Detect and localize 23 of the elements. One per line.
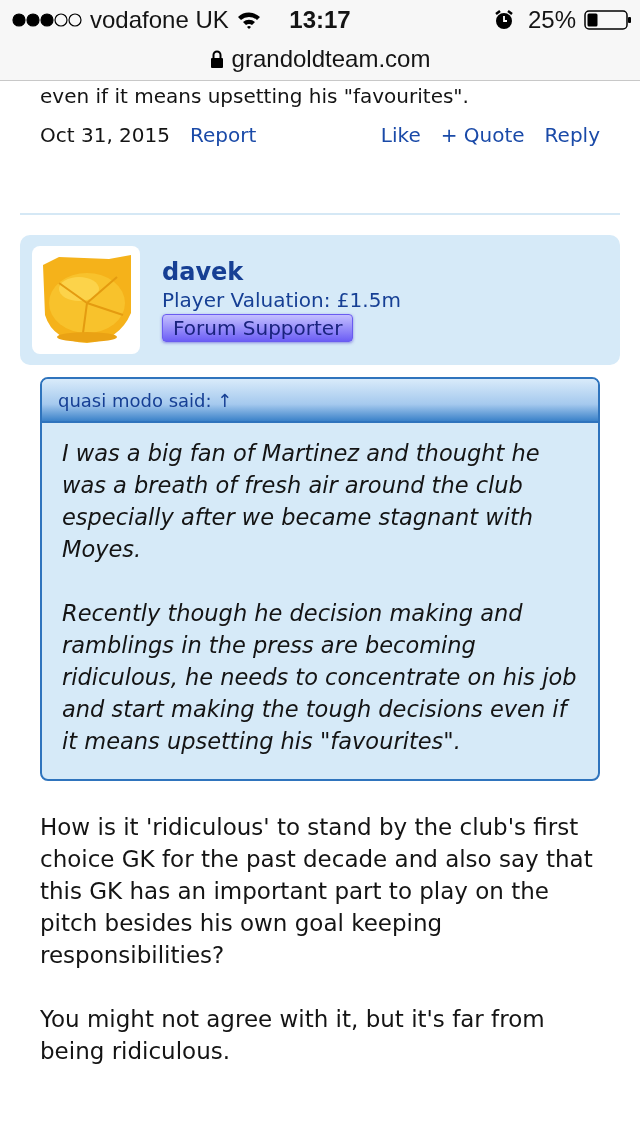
quote-paragraph: Recently though he decision making and ramblings in the press are becoming ridiculous, he needs to concentrate on his job and start making the tough decisions even if it means upsetting his "favourites".	[62, 599, 578, 756]
battery-icon	[584, 10, 632, 30]
post-paragraph: You might not agree with it, but it's far from being ridiculous.	[40, 1005, 546, 1066]
post-text: even if it means upsetting his "favourites".	[40, 83, 470, 109]
battery-percentage: 25%	[527, 6, 576, 34]
alarm-clock-icon	[493, 10, 514, 30]
clock-time: 13:17	[289, 6, 351, 34]
post-action-link[interactable]: + Quote	[440, 123, 525, 147]
wifi-icon	[236, 11, 261, 29]
post-paragraph: How is it 'ridiculous' to stand by the club's first choice GK for the past decade and also say that this GK has an important part to play on the pitch besides his own goal keeping responsibilities?	[40, 813, 594, 970]
post-action-link[interactable]: Reply	[544, 123, 600, 147]
lock-icon	[209, 50, 224, 68]
carrier-name: vodafone UK	[90, 6, 229, 34]
url-text[interactable]: grandoldteam.com	[231, 45, 431, 73]
signal-icon	[12, 13, 82, 27]
quote-header[interactable]: quasi modo said: ↑	[42, 379, 598, 423]
player-valuation: Player Valuation: £1.5m	[162, 288, 401, 312]
post-date: Oct 31, 2015	[40, 123, 170, 147]
post-action-link[interactable]: Like	[380, 123, 421, 147]
username-link[interactable]: davek	[162, 258, 244, 286]
report-link[interactable]: Report	[190, 123, 257, 147]
user-title-badge: Forum Supporter	[162, 314, 354, 342]
quote-paragraph: I was a big fan of Martinez and thought he was a breath of fresh air around the club especially after we became stagnant with Moyes.	[62, 439, 541, 564]
